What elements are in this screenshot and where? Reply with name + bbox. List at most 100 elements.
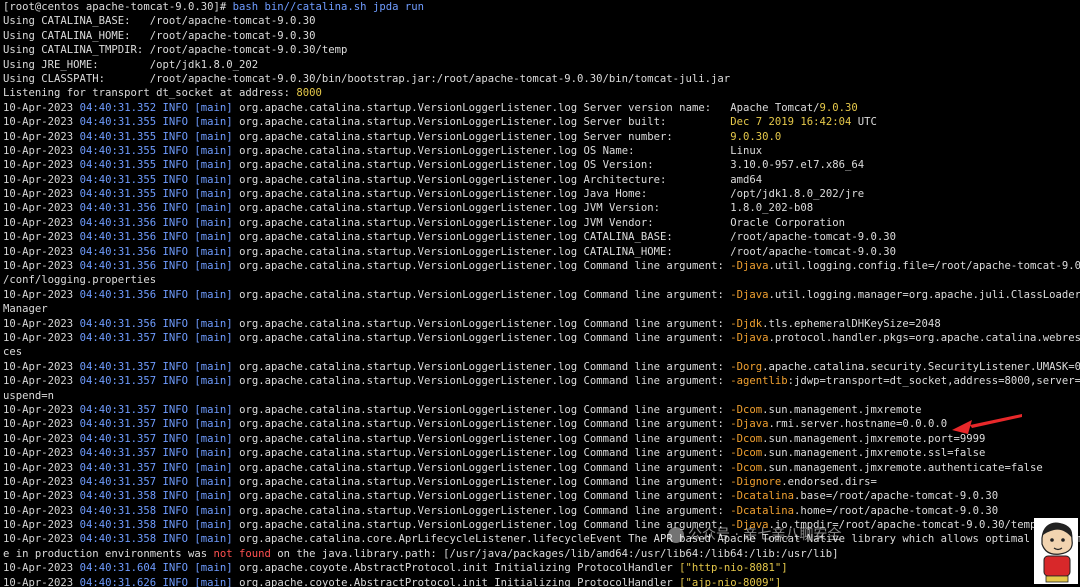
log-time: 04:40:31.358: [79, 504, 157, 517]
log-date: 10-Apr-2023: [3, 188, 74, 201]
log-logger: org.apache.catalina.startup.VersionLogge…: [239, 475, 578, 488]
log-time: 04:40:31.604: [79, 562, 157, 575]
log-level: INFO: [162, 159, 189, 172]
log-logger: org.apache.catalina.startup.VersionLogge…: [239, 504, 578, 517]
arg-prefix: Command line argument:: [583, 317, 731, 330]
log-date: 10-Apr-2023: [3, 216, 74, 229]
log-date: 10-Apr-2023: [3, 116, 74, 129]
log-thread: [main]: [194, 116, 233, 129]
log-date: 10-Apr-2023: [3, 576, 74, 587]
log-thread: [main]: [194, 202, 233, 215]
log-thread: [main]: [194, 245, 233, 258]
log-date: 10-Apr-2023: [3, 403, 74, 416]
log-label: CATALINA_BASE:: [583, 231, 731, 244]
log-logger: org.apache.catalina.startup.VersionLogge…: [239, 173, 578, 186]
log-level: INFO: [162, 504, 189, 517]
env-line: Using CLASSPATH: /root/apache-tomcat-9.0…: [3, 72, 731, 85]
arg-rest: .util.logging.manager=org.apache.juli.Cl…: [768, 288, 1080, 301]
log-thread: [main]: [194, 562, 233, 575]
apr-wrap-a: e in production environments was: [3, 547, 214, 560]
log-value: 3.10.0-957.el7.x86_64: [730, 159, 865, 172]
arg-prefix: Command line argument:: [583, 504, 731, 517]
arg-flag: -Djdk: [730, 317, 763, 330]
arg-flag: -Dcom: [730, 461, 763, 474]
apr-text: org.apache.catalina.core.AprLifecycleLis…: [239, 533, 1080, 546]
log-line: 10-Apr-2023 04:40:31.358 INFO [main] org…: [3, 489, 1080, 503]
log-line: 10-Apr-2023 04:40:31.358 INFO [main] org…: [3, 532, 1080, 546]
log-label: Architecture:: [583, 173, 731, 186]
log-logger: org.apache.catalina.startup.VersionLogge…: [239, 331, 578, 344]
red-arrow-icon: [952, 414, 1022, 434]
log-line: 10-Apr-2023 04:40:31.352 INFO [main] org…: [3, 101, 1080, 115]
log-time: 04:40:31.626: [79, 576, 157, 587]
log-date: 10-Apr-2023: [3, 245, 74, 258]
arg-flag: -Dignore: [730, 475, 782, 488]
log-level: INFO: [162, 418, 189, 431]
log-value: /root/apache-tomcat-9.0.30: [730, 231, 897, 244]
log-line: 10-Apr-2023 04:40:31.355 INFO [main] org…: [3, 144, 1080, 158]
log-value: /root/apache-tomcat-9.0.30: [730, 245, 897, 258]
arg-prefix: Command line argument:: [583, 360, 731, 373]
log-line: 10-Apr-2023 04:40:31.357 INFO [main] org…: [3, 374, 1080, 388]
log-date: 10-Apr-2023: [3, 144, 74, 157]
log-time: 04:40:31.355: [79, 188, 157, 201]
log-date: 10-Apr-2023: [3, 562, 74, 575]
log-level: INFO: [162, 116, 189, 129]
log-level: INFO: [162, 101, 189, 114]
log-time: 04:40:31.358: [79, 490, 157, 503]
log-value-highlight: 9.0.30: [819, 101, 858, 114]
log-logger: org.apache.catalina.startup.VersionLogge…: [239, 188, 578, 201]
log-line: 10-Apr-2023 04:40:31.356 INFO [main] org…: [3, 317, 1080, 331]
protocol-handler: ["http-nio-8081"]: [679, 562, 788, 575]
log-level: INFO: [162, 173, 189, 186]
log-value: Apache Tomcat/: [730, 101, 820, 114]
log-date: 10-Apr-2023: [3, 475, 74, 488]
log-date: 10-Apr-2023: [3, 202, 74, 215]
log-level: INFO: [162, 188, 189, 201]
log-date: 10-Apr-2023: [3, 375, 74, 388]
log-date: 10-Apr-2023: [3, 432, 74, 445]
log-label: Java Home:: [583, 188, 731, 201]
log-value: Linux: [730, 144, 763, 157]
log-line: 10-Apr-2023 04:40:31.357 INFO [main] org…: [3, 331, 1080, 345]
arg-prefix: Command line argument:: [583, 260, 731, 273]
log-thread: [main]: [194, 188, 233, 201]
mascot-sticker-icon: [1034, 518, 1078, 584]
arg-flag: -Dorg: [730, 360, 763, 373]
arg-prefix: Command line argument:: [583, 375, 731, 388]
log-wrap-line: Manager: [3, 303, 48, 316]
log-date: 10-Apr-2023: [3, 360, 74, 373]
log-thread: [main]: [194, 216, 233, 229]
log-thread: [main]: [194, 504, 233, 517]
log-thread: [main]: [194, 461, 233, 474]
arg-prefix: Command line argument:: [583, 331, 731, 344]
log-thread: [main]: [194, 418, 233, 431]
log-level: INFO: [162, 144, 189, 157]
log-logger: org.apache.catalina.startup.VersionLogge…: [239, 317, 578, 330]
arg-flag: -Djava: [730, 418, 769, 431]
log-thread: [main]: [194, 130, 233, 143]
log-time: 04:40:31.357: [79, 331, 157, 344]
log-logger: org.apache.catalina.startup.VersionLogge…: [239, 375, 578, 388]
log-lines: 10-Apr-2023 04:40:31.352 INFO [main] org…: [3, 101, 1080, 587]
arg-flag: -Djava: [730, 260, 769, 273]
log-label: OS Version:: [583, 159, 731, 172]
arg-rest: .util.logging.config.file=/root/apache-t…: [768, 260, 1080, 273]
log-thread: [main]: [194, 533, 233, 546]
apr-wrap-b: on the java.library.path: [/usr/java/pac…: [270, 547, 839, 560]
log-value: Oracle Corporation: [730, 216, 846, 229]
shell-prompt-line: [root@centos apache-tomcat-9.0.30]# bash…: [3, 0, 1080, 14]
log-logger: org.apache.catalina.startup.VersionLogge…: [239, 432, 578, 445]
log-logger: org.apache.catalina.startup.VersionLogge…: [239, 116, 578, 129]
arg-prefix: Command line argument:: [583, 461, 731, 474]
log-date: 10-Apr-2023: [3, 288, 74, 301]
log-time: 04:40:31.356: [79, 245, 157, 258]
arg-rest: .sun.management.jmxremote.authenticate=f…: [762, 461, 1043, 474]
log-time: 04:40:31.357: [79, 461, 157, 474]
log-line: 10-Apr-2023 04:40:31.355 INFO [main] org…: [3, 187, 1080, 201]
log-level: INFO: [162, 576, 189, 587]
log-time: 04:40:31.357: [79, 360, 157, 373]
log-time: 04:40:31.358: [79, 519, 157, 532]
arg-rest: .protocol.handler.pkgs=org.apache.catali…: [768, 331, 1080, 344]
log-label: Server built:: [583, 116, 731, 129]
